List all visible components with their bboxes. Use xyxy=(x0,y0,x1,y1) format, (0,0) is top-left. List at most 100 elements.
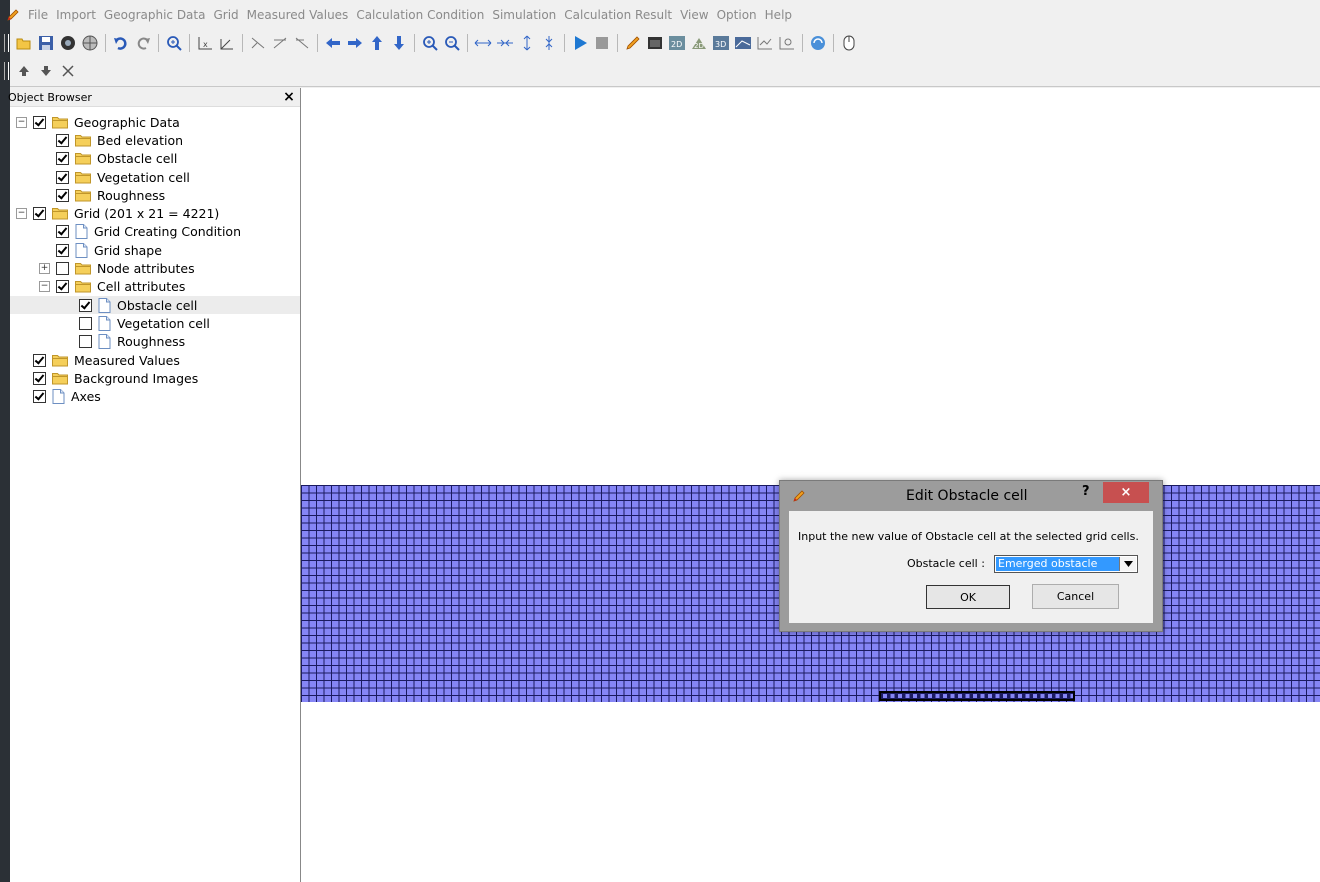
collapse-icon[interactable]: − xyxy=(16,116,27,128)
tree-item-grid-201-x-21-4221[interactable]: − Grid (201 x 21 = 4221) xyxy=(10,204,300,222)
collapse-icon[interactable]: − xyxy=(16,208,27,220)
window-icon[interactable] xyxy=(645,33,665,53)
visibility-checkbox[interactable] xyxy=(33,207,46,221)
visibility-checkbox[interactable] xyxy=(79,335,92,349)
menu-calculation-condition[interactable]: Calculation Condition xyxy=(352,4,488,26)
arrow-down-icon[interactable] xyxy=(389,33,409,53)
visibility-checkbox[interactable] xyxy=(33,353,46,367)
menu-simulation[interactable]: Simulation xyxy=(488,4,560,26)
arrow-up-icon[interactable] xyxy=(367,33,387,53)
chevron-down-icon[interactable] xyxy=(1119,557,1136,571)
menu-option[interactable]: Option xyxy=(713,4,761,26)
help-button[interactable]: ? xyxy=(1082,484,1090,499)
selected-obstacle-cells[interactable] xyxy=(879,691,1075,701)
delete-x-icon[interactable] xyxy=(58,61,78,81)
obstacle-cell-select[interactable]: Emerged obstacle xyxy=(994,555,1138,573)
visibility-checkbox[interactable] xyxy=(33,115,46,129)
globe-icon[interactable] xyxy=(80,33,100,53)
tree-item-background-images[interactable]: Background Images xyxy=(10,369,300,387)
toolbar-separator xyxy=(802,34,803,52)
axis-rotate-icon[interactable] xyxy=(217,33,237,53)
tree-item-grid-creating-condition[interactable]: Grid Creating Condition xyxy=(10,223,300,241)
collapse-icon[interactable]: − xyxy=(39,281,50,293)
visibility-checkbox[interactable] xyxy=(33,390,46,404)
zoom-in-icon[interactable] xyxy=(420,33,440,53)
cancel-button[interactable]: Cancel xyxy=(1032,584,1119,609)
tree-item-cell-attributes[interactable]: − Cell attributes xyxy=(10,278,300,296)
view-zx-icon[interactable] xyxy=(292,33,312,53)
graph-icon[interactable] xyxy=(755,33,775,53)
dialog-close-button[interactable]: × xyxy=(1103,482,1149,503)
tree-item-roughness[interactable]: Roughness xyxy=(10,186,300,204)
object-browser-title: Object Browser xyxy=(8,90,92,104)
visibility-checkbox[interactable] xyxy=(56,188,69,202)
view-2d-vertical-icon[interactable]: 2D xyxy=(689,33,709,53)
visibility-checkbox[interactable] xyxy=(33,371,46,385)
graph-zoom-icon[interactable] xyxy=(777,33,797,53)
menu-file[interactable]: File xyxy=(24,4,52,26)
visibility-checkbox[interactable] xyxy=(56,262,69,276)
visibility-checkbox[interactable] xyxy=(56,280,69,294)
close-icon[interactable]: × xyxy=(282,89,296,105)
view-xz-icon[interactable] xyxy=(248,33,268,53)
expand-vertical-icon[interactable] xyxy=(517,33,537,53)
menu-calculation-result[interactable]: Calculation Result xyxy=(560,4,676,26)
tree-item-geographic-data[interactable]: − Geographic Data xyxy=(10,113,300,131)
menu-view[interactable]: View xyxy=(676,4,712,26)
tree-item-bed-elevation[interactable]: Bed elevation xyxy=(10,131,300,149)
menu-grid[interactable]: Grid xyxy=(209,4,242,26)
zoom-out-icon[interactable] xyxy=(442,33,462,53)
visibility-checkbox[interactable] xyxy=(56,243,69,257)
visibility-checkbox[interactable] xyxy=(56,170,69,184)
zoom-fit-icon[interactable] xyxy=(164,33,184,53)
tree-item-roughness[interactable]: Roughness xyxy=(10,333,300,351)
visibility-checkbox[interactable] xyxy=(79,316,92,330)
tree-item-node-attributes[interactable]: + Node attributes xyxy=(10,259,300,277)
expand-horizontal-icon[interactable] xyxy=(473,33,493,53)
arrow-left-icon[interactable] xyxy=(323,33,343,53)
app-pencil-icon xyxy=(6,8,20,22)
open-folder-icon[interactable] xyxy=(14,33,34,53)
refresh-globe-icon[interactable] xyxy=(808,33,828,53)
tree-item-obstacle-cell[interactable]: Obstacle cell xyxy=(10,295,300,315)
redo-icon[interactable] xyxy=(133,33,153,53)
visibility-checkbox[interactable] xyxy=(79,298,92,312)
shrink-horizontal-icon[interactable] xyxy=(495,33,515,53)
tree-item-vegetation-cell[interactable]: Vegetation cell xyxy=(10,314,300,332)
snapshot-icon[interactable] xyxy=(58,33,78,53)
run-icon[interactable] xyxy=(570,33,590,53)
menu-geographic-data[interactable]: Geographic Data xyxy=(100,4,210,26)
edit-pencil-icon[interactable] xyxy=(623,33,643,53)
move-up-icon[interactable] xyxy=(14,61,34,81)
menu-help[interactable]: Help xyxy=(761,4,796,26)
shrink-vertical-icon[interactable] xyxy=(539,33,559,53)
menu-import[interactable]: Import xyxy=(52,4,100,26)
tree-item-axes[interactable]: Axes xyxy=(10,387,300,405)
visibility-checkbox[interactable] xyxy=(56,133,69,147)
tree-item-label: Vegetation cell xyxy=(117,315,210,331)
folder-icon xyxy=(75,189,91,202)
move-down-icon[interactable] xyxy=(36,61,56,81)
tree-item-measured-values[interactable]: Measured Values xyxy=(10,351,300,369)
visibility-checkbox[interactable] xyxy=(56,152,69,166)
arrow-right-icon[interactable] xyxy=(345,33,365,53)
dialog-title-bar[interactable]: Edit Obstacle cell ? × xyxy=(780,481,1162,511)
view-3d-icon[interactable]: 3D xyxy=(711,33,731,53)
menu-measured-values[interactable]: Measured Values xyxy=(243,4,353,26)
axis-xy-icon[interactable]: x xyxy=(195,33,215,53)
tree-item-obstacle-cell[interactable]: Obstacle cell xyxy=(10,150,300,168)
tree-item-vegetation-cell[interactable]: Vegetation cell xyxy=(10,168,300,186)
view-3d-surface-icon[interactable] xyxy=(733,33,753,53)
tree-item-grid-shape[interactable]: Grid shape xyxy=(10,241,300,259)
toolbar-grip[interactable] xyxy=(4,34,9,52)
mouse-icon[interactable] xyxy=(839,33,859,53)
stop-icon[interactable] xyxy=(592,33,612,53)
expand-icon[interactable]: + xyxy=(39,263,50,275)
ok-button[interactable]: OK xyxy=(926,585,1010,609)
undo-icon[interactable] xyxy=(111,33,131,53)
save-icon[interactable] xyxy=(36,33,56,53)
view-zy-icon[interactable] xyxy=(270,33,290,53)
view-2d-icon[interactable]: 2D xyxy=(667,33,687,53)
toolbar-grip[interactable] xyxy=(4,62,9,80)
visibility-checkbox[interactable] xyxy=(56,225,69,239)
